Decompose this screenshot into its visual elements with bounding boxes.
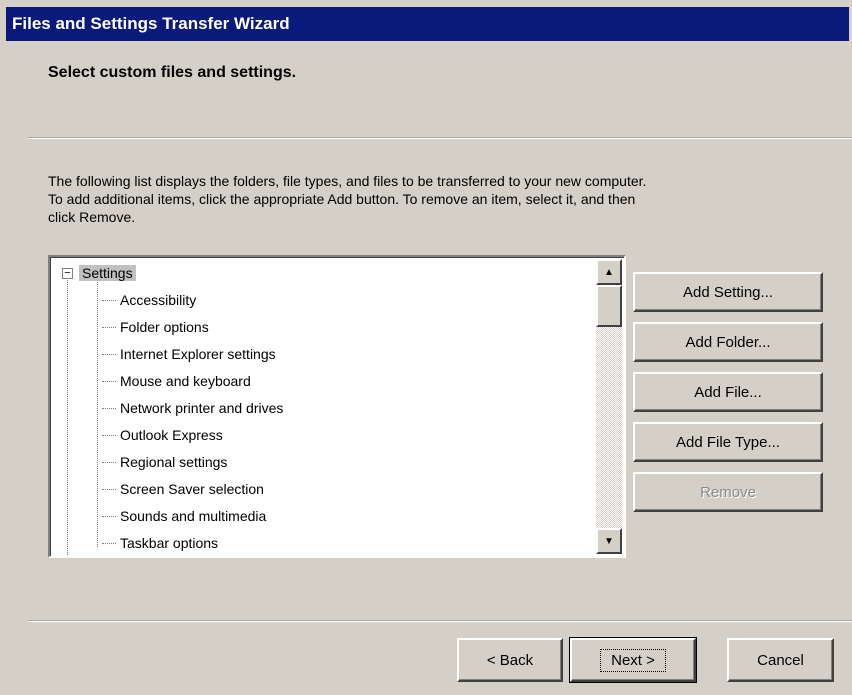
next-button[interactable]: Next > (569, 637, 697, 683)
tree-item-screen-saver-selection[interactable]: Screen Saver selection (102, 478, 264, 500)
tree-item-taskbar-options[interactable]: Taskbar options (102, 532, 218, 554)
tree-branch-line (102, 488, 116, 490)
tree-root-label[interactable]: Settings (79, 265, 136, 281)
tree-item-label: Folder options (120, 319, 209, 335)
collapse-icon[interactable]: − (62, 267, 73, 279)
tree-item-label: Mouse and keyboard (120, 373, 251, 389)
tree-item-network-printer-and-drives[interactable]: Network printer and drives (102, 397, 283, 419)
arrow-down-icon: ▼ (604, 535, 614, 547)
title-bar[interactable]: Files and Settings Transfer Wizard (6, 7, 849, 41)
description-line-2: To add additional items, click the appro… (48, 191, 636, 207)
tree-branch-line (102, 434, 116, 436)
scrollbar-thumb[interactable] (596, 285, 622, 327)
tree-branch-line (102, 407, 116, 409)
tree-branch-line (102, 515, 116, 517)
tree-branch-line (102, 326, 116, 328)
tree-branch-line (102, 542, 116, 544)
window-title: Files and Settings Transfer Wizard (12, 14, 290, 33)
vertical-scrollbar[interactable]: ▲ ▼ (596, 259, 622, 554)
tree-item-label: Accessibility (120, 292, 197, 308)
tree-connector-children (97, 277, 98, 547)
add-setting-button[interactable]: Add Setting... (633, 272, 823, 312)
remove-button[interactable]: Remove (633, 472, 823, 512)
next-button-label: Next > (600, 648, 666, 672)
tree-branch-line (102, 380, 116, 382)
tree-connector-root (67, 277, 68, 556)
tree-item-outlook-express[interactable]: Outlook Express (102, 424, 223, 446)
tree-branch-line (102, 299, 116, 301)
tree-item-label: Sounds and multimedia (120, 508, 267, 524)
tree-item-internet-explorer-settings[interactable]: Internet Explorer settings (102, 343, 276, 365)
add-folder-button[interactable]: Add Folder... (633, 322, 823, 362)
tree-item-accessibility[interactable]: Accessibility (102, 289, 196, 311)
add-file-type-button[interactable]: Add File Type... (633, 422, 823, 462)
header-separator (28, 137, 852, 139)
tree-item-folder-options[interactable]: Folder options (102, 316, 209, 338)
tree-item-label: Regional settings (120, 454, 228, 470)
description-line-3: click Remove. (48, 209, 136, 225)
tree-item-label: Internet Explorer settings (120, 346, 276, 362)
scroll-up-button[interactable]: ▲ (596, 259, 622, 285)
tree-branch-line (102, 353, 116, 355)
tree-item-label: Network printer and drives (120, 400, 284, 416)
tree-branch-line (102, 461, 116, 463)
settings-tree-view[interactable]: − Settings Accessibility Folder options … (48, 255, 626, 558)
tree-item-label: Taskbar options (120, 535, 219, 551)
tree: − Settings Accessibility Folder options … (54, 259, 594, 556)
arrow-up-icon: ▲ (604, 266, 614, 278)
description-text: The following list displays the folders,… (48, 172, 828, 226)
page-heading: Select custom files and settings. (48, 64, 297, 81)
description-line-1: The following list displays the folders,… (48, 173, 647, 189)
tree-item-mouse-and-keyboard[interactable]: Mouse and keyboard (102, 370, 251, 392)
tree-item-label: Screen Saver selection (120, 481, 264, 497)
tree-item-label: Outlook Express (120, 427, 223, 443)
tree-item-regional-settings[interactable]: Regional settings (102, 451, 227, 473)
add-file-button[interactable]: Add File... (633, 372, 823, 412)
footer-separator (28, 620, 852, 622)
wizard-window: Files and Settings Transfer Wizard Selec… (0, 0, 852, 695)
header-band (0, 41, 852, 135)
tree-root-settings[interactable]: − Settings (62, 262, 136, 284)
tree-item-sounds-and-multimedia[interactable]: Sounds and multimedia (102, 505, 266, 527)
cancel-button[interactable]: Cancel (727, 638, 834, 682)
back-button[interactable]: < Back (457, 638, 563, 682)
scroll-down-button[interactable]: ▼ (596, 528, 622, 554)
